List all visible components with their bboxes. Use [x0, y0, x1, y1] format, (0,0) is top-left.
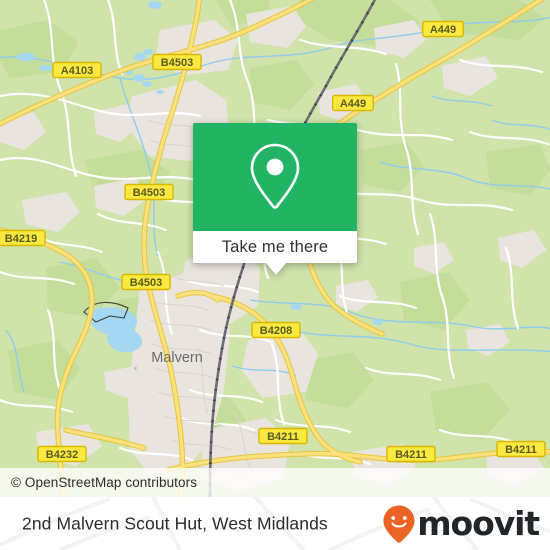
- popup-footer[interactable]: Take me there: [193, 231, 357, 263]
- road-shield-b4503: B4503: [124, 183, 174, 201]
- road-shield-b4503: B4503: [152, 53, 202, 71]
- road-shield-b4232: B4232: [37, 445, 87, 463]
- shield-label: B4503: [130, 277, 162, 289]
- shield-label: B4232: [46, 449, 78, 461]
- popup-header: [193, 123, 357, 231]
- shield-label: B4211: [505, 444, 537, 456]
- attribution-text[interactable]: © OpenStreetMap contributors: [11, 475, 197, 490]
- map-popup-callout[interactable]: Take me there: [193, 123, 357, 275]
- shield-label: A4103: [61, 65, 93, 77]
- road-shield-b4211: B4211: [496, 440, 546, 458]
- city-label-malvern: Malvern: [151, 350, 203, 366]
- map-decoration-glyph: ‹: [134, 363, 137, 374]
- moovit-wordmark: moovit: [417, 504, 540, 543]
- shield-label: A449: [430, 24, 456, 36]
- shield-label: A449: [340, 98, 366, 110]
- road-shield-a449: A449: [422, 20, 465, 38]
- page-footer-bar: 2nd Malvern Scout Hut, West Midlands moo…: [0, 497, 550, 550]
- shield-label: B4503: [161, 57, 193, 69]
- shield-label: B4503: [133, 187, 165, 199]
- road-shield-b4503: B4503: [121, 273, 171, 291]
- moovit-map-screenshot: Malvern ‹ A4103 B4503 A449 A449 B4503 B4219 B4…: [0, 0, 550, 550]
- road-shield-b4211: B4211: [386, 445, 436, 463]
- map-attribution-bar: © OpenStreetMap contributors: [0, 468, 550, 497]
- shield-label: B4211: [395, 449, 427, 461]
- moovit-pin-icon: [383, 505, 415, 543]
- take-me-there-label: Take me there: [221, 237, 329, 256]
- popup-pointer-tail: [265, 262, 287, 275]
- map-pin-icon: [250, 143, 300, 209]
- moovit-logo[interactable]: moovit: [382, 504, 540, 544]
- road-shield-b4219: B4219: [0, 229, 46, 247]
- shield-label: B4211: [267, 431, 299, 443]
- road-shield-b4211: B4211: [258, 427, 308, 445]
- road-shield-a449: A449: [332, 94, 375, 112]
- place-title: 2nd Malvern Scout Hut, West Midlands: [22, 513, 328, 533]
- road-shield-b4208: B4208: [251, 321, 301, 339]
- shield-label: B4208: [260, 325, 292, 337]
- shield-label: B4219: [5, 233, 37, 245]
- road-shield-a4103: A4103: [52, 61, 102, 79]
